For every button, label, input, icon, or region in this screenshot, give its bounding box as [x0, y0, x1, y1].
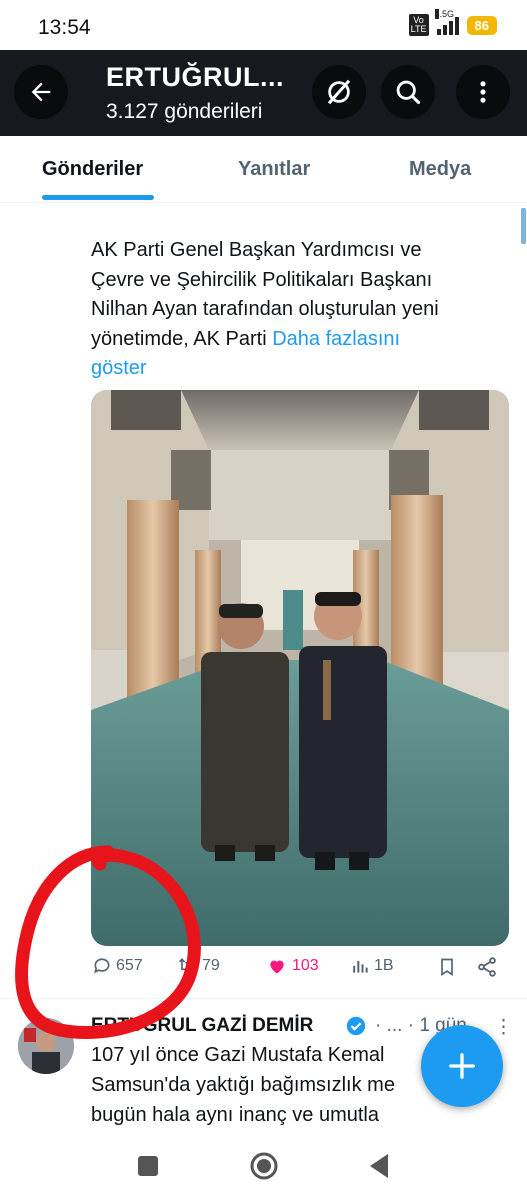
- tab-posts[interactable]: Gönderiler: [42, 158, 143, 181]
- avatar[interactable]: [18, 1018, 74, 1074]
- tweet-text-line: Samsun'da yaktığı bağımsızlık me: [91, 1074, 395, 1096]
- more-button[interactable]: [456, 65, 510, 119]
- scrollbar[interactable]: [521, 208, 526, 244]
- profile-name: ERTUĞRUL...: [106, 62, 284, 92]
- search-button[interactable]: [381, 65, 435, 119]
- system-nav-bar: [0, 1138, 527, 1200]
- photo-illustration: [91, 390, 509, 946]
- like-button[interactable]: 103: [266, 956, 319, 976]
- tweet-text-line: yönetimde, AK Parti: [91, 327, 273, 350]
- repost-button[interactable]: 79: [176, 956, 220, 976]
- reply-button[interactable]: 657: [92, 956, 143, 976]
- tab-media[interactable]: Medya: [409, 158, 471, 181]
- reply-icon: [94, 958, 110, 974]
- recent-apps-icon[interactable]: [137, 1155, 159, 1177]
- profile-tabs: Gönderiler Yanıtlar Medya: [0, 136, 527, 203]
- search-icon: [396, 80, 421, 105]
- status-time: 13:54: [38, 16, 91, 39]
- repost-icon: [178, 958, 196, 974]
- network-type: 4.5G: [434, 9, 455, 19]
- verified-badge-icon: [345, 1015, 367, 1042]
- views-button[interactable]: 1B: [350, 956, 394, 976]
- profile-header: ERTUĞRUL... 3.127 gönderileri: [0, 50, 527, 136]
- plus-icon: [449, 1053, 475, 1079]
- heart-icon: [270, 960, 284, 974]
- battery-level: 86: [466, 15, 497, 35]
- bookmark-button[interactable]: [437, 956, 457, 978]
- volte-icon: Vo LTE: [408, 14, 429, 36]
- post-count: 3.127 gönderileri: [106, 100, 263, 123]
- views-icon: [353, 961, 368, 973]
- bookmark-icon: [441, 958, 453, 977]
- repost-count: 79: [202, 957, 220, 974]
- tweet-text: AK Parti Genel Başkan Yardımcısı ve Çevr…: [91, 236, 491, 384]
- view-count: 1B: [374, 957, 394, 974]
- more-vertical-icon: [480, 81, 486, 103]
- show-more-link-cont[interactable]: göster: [91, 354, 491, 384]
- like-count: 103: [292, 957, 319, 974]
- status-bar: 13:54 Vo LTE 4.5G 86: [0, 0, 527, 50]
- active-tab-indicator: [42, 195, 154, 200]
- home-icon[interactable]: [249, 1151, 279, 1181]
- tweet-actions: 657 79 103 1B: [0, 956, 527, 990]
- grok-button[interactable]: [312, 65, 366, 119]
- tweet-text-line: 107 yıl önce Gazi Mustafa Kemal: [91, 1044, 385, 1066]
- tweet-text-line: Nilhan Ayan tarafından oluşturulan yeni: [91, 298, 439, 320]
- signal-icon: 4.5G: [434, 9, 459, 35]
- back-arrow-icon: [31, 82, 51, 102]
- tab-replies[interactable]: Yanıtlar: [238, 158, 310, 181]
- tweet-text-line: AK Parti Genel Başkan Yardımcısı ve: [91, 239, 422, 261]
- tweet-text-line: Çevre ve Şehircilik Politikaları Başkanı: [91, 268, 433, 291]
- avatar-image: [18, 1018, 74, 1074]
- show-more-link[interactable]: Daha fazlasını: [272, 328, 400, 350]
- tweet-text-line: bugün hala aynı inanç ve umutla: [91, 1104, 379, 1126]
- tweet-photo[interactable]: [91, 390, 509, 946]
- share-button[interactable]: [476, 956, 498, 978]
- more-vertical-icon[interactable]: ⋮: [494, 1016, 513, 1039]
- back-button[interactable]: [14, 65, 68, 119]
- compose-button[interactable]: [421, 1025, 503, 1107]
- share-icon: [478, 957, 496, 977]
- tweet-divider: [0, 998, 527, 999]
- status-icons: Vo LTE 4.5G 86: [408, 9, 497, 36]
- reply-count: 657: [116, 957, 143, 974]
- back-nav-icon[interactable]: [368, 1153, 390, 1179]
- grok-icon: [327, 79, 351, 105]
- author-name[interactable]: ERTUĞRUL GAZİ DEMİR: [91, 1015, 313, 1037]
